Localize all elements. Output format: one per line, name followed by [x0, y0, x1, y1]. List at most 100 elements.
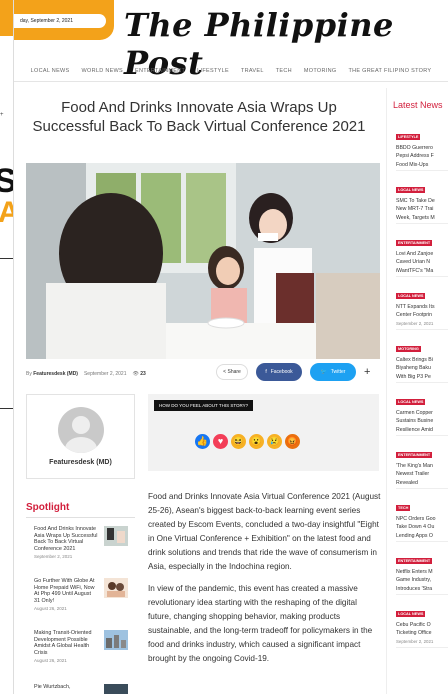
latest-news-title-line[interactable]: Introduces 'Stra: [396, 586, 448, 592]
spotlight-item-date: September 2, 2021: [34, 554, 73, 560]
latest-news-title-line[interactable]: Cebu Pacific O: [396, 622, 448, 628]
share-icon: <: [223, 369, 227, 375]
spotlight-item-title[interactable]: Go Further With Globe At Home Prepaid Wi…: [34, 578, 98, 604]
latest-news-title-line[interactable]: iWantTFC's "Ma: [396, 268, 448, 274]
facebook-share-button[interactable]: f Facebook: [256, 363, 302, 381]
nav-local-news[interactable]: LOCAL NEWS: [25, 62, 76, 81]
latest-news-title-line[interactable]: Biyaheng Baku: [396, 365, 448, 371]
nav-lifestyle[interactable]: LIFESTYLE: [191, 62, 235, 81]
latest-news-item[interactable]: ENTERTAINMENT Netflix Enters M Game Indust…: [396, 542, 448, 595]
latest-news-title-line[interactable]: New MRT-7 Trai: [396, 206, 448, 212]
love-reaction-icon[interactable]: ♥: [213, 434, 228, 449]
category-badge[interactable]: ENTERTAINMENT: [396, 240, 433, 246]
spotlight-item[interactable]: Food And Drinks Innovate Asia Wraps Up S…: [34, 526, 132, 570]
nav-tech[interactable]: TECH: [270, 62, 298, 81]
latest-news-title-line[interactable]: Lending Apps O: [396, 533, 448, 539]
category-badge[interactable]: LOCAL NEWS: [396, 293, 426, 299]
author-name[interactable]: Featuresdesk (MD): [27, 459, 134, 466]
spotlight-item-title[interactable]: Pie Wurtzbach,: [34, 684, 98, 691]
nav-travel[interactable]: TRAVEL: [235, 62, 270, 81]
latest-news-item[interactable]: TECH NPC Orders Goo Take Down 4 Ou Lending …: [396, 489, 448, 542]
latest-news-item[interactable]: LOCAL NEWS NTT Expands Its Center Footprin…: [396, 277, 448, 330]
reaction-buttons: 👍 ♥ 😆 😮 😢 😡: [195, 434, 300, 449]
latest-news-item[interactable]: LOCAL NEWS Cebu Pacific O Ticketing Office…: [396, 595, 448, 648]
wow-reaction-icon[interactable]: 😮: [249, 434, 264, 449]
spotlight-item[interactable]: Go Further With Globe At Home Prepaid Wi…: [34, 578, 132, 622]
latest-news-title-line[interactable]: Resilience Amid: [396, 427, 448, 433]
spotlight-item[interactable]: Making Transit-Oriented Development Poss…: [34, 630, 132, 674]
column-divider: [386, 88, 387, 694]
category-badge[interactable]: LOCAL NEWS: [396, 611, 426, 617]
share-button[interactable]: < Share: [216, 364, 248, 380]
spotlight-thumbnail[interactable]: [104, 684, 128, 694]
byline-author[interactable]: Featuresdesk (MD): [33, 371, 78, 377]
nav-world-news[interactable]: WORLD NEWS: [76, 62, 130, 81]
author-avatar[interactable]: [58, 407, 104, 453]
category-badge[interactable]: TECH: [396, 505, 411, 511]
latest-news-item[interactable]: LIFESTYLE BBDO Guerrero Pepsi Address F Foo…: [396, 118, 448, 171]
category-badge[interactable]: LIFESTYLE: [396, 134, 421, 140]
latest-news-item[interactable]: ENTERTAINMENT 'The King's Man Newest Trail…: [396, 436, 448, 489]
spotlight-thumbnail[interactable]: [104, 630, 128, 650]
spotlight-thumbnail[interactable]: [104, 526, 128, 546]
angry-reaction-icon[interactable]: 😡: [285, 434, 300, 449]
spotlight-item-title[interactable]: Making Transit-Oriented Development Poss…: [34, 630, 98, 656]
like-reaction-icon[interactable]: 👍: [195, 434, 210, 449]
latest-news-title-line[interactable]: Newest Trailer: [396, 471, 448, 477]
latest-news-title-line[interactable]: Revealed: [396, 480, 448, 486]
haha-reaction-icon[interactable]: 😆: [231, 434, 246, 449]
latest-news-title-line[interactable]: NTT Expands Its: [396, 304, 448, 310]
spotlight-item[interactable]: Pie Wurtzbach,: [34, 684, 132, 694]
latest-news-title-line[interactable]: Game Industry,: [396, 577, 448, 583]
article-body: Food and Drinks Innovate Asia Virtual Co…: [148, 490, 382, 674]
latest-news-item[interactable]: MOTORING Caltex Brings Bi Biyaheng Baku Wit…: [396, 330, 448, 383]
latest-news-title-line[interactable]: Center Footprin: [396, 312, 448, 318]
spotlight-divider: [26, 517, 135, 518]
spotlight-item-title[interactable]: Food And Drinks Innovate Asia Wraps Up S…: [34, 526, 98, 552]
latest-news-title-line[interactable]: Carmen Copper: [396, 410, 448, 416]
latest-news-date: September 2, 2021: [396, 320, 434, 326]
category-badge[interactable]: LOCAL NEWS: [396, 187, 426, 193]
latest-news-title-line[interactable]: BBDO Guerrero: [396, 145, 448, 151]
latest-news-title-line[interactable]: With Big P3 Pe: [396, 374, 448, 380]
spotlight-thumbnail[interactable]: [104, 578, 128, 598]
more-share-button[interactable]: +: [364, 366, 370, 378]
views-count: 👁 23: [132, 371, 146, 377]
current-date: day, September 2, 2021: [14, 14, 106, 28]
latest-news-title-line[interactable]: Caltex Brings Bi: [396, 357, 448, 363]
category-badge[interactable]: LOCAL NEWS: [396, 399, 426, 405]
latest-news-title-line[interactable]: Caved Urian N: [396, 259, 448, 265]
author-box: Featuresdesk (MD): [26, 394, 135, 479]
reaction-question: HOW DO YOU FEEL ABOUT THIS STORY?: [154, 400, 254, 411]
twitter-share-button[interactable]: 🐦 Twitter: [310, 363, 356, 381]
latest-news-title-line[interactable]: Ticketing Office: [396, 630, 448, 636]
side-divider: [0, 258, 13, 259]
latest-news-title-line[interactable]: NPC Orders Goo: [396, 516, 448, 522]
latest-news-title-line[interactable]: Netflix Enters M: [396, 569, 448, 575]
latest-news-item[interactable]: LOCAL NEWS Carmen Copper Sustains Busine Re…: [396, 383, 448, 436]
nav-great-filipino-story[interactable]: THE GREAT FILIPINO STORY: [342, 62, 437, 81]
latest-news-item[interactable]: ENTERTAINMENT Lovi And Zanjoe Caved Urian …: [396, 224, 448, 277]
latest-news-title-line[interactable]: Pepsi Address F: [396, 153, 448, 159]
category-badge[interactable]: ENTERTAINMENT: [396, 558, 433, 564]
byline-prefix: By: [26, 371, 32, 377]
category-badge[interactable]: ENTERTAINMENT: [396, 452, 433, 458]
article-paragraph: Food and Drinks Innovate Asia Virtual Co…: [148, 492, 381, 571]
side-ad-strip: + S A: [0, 0, 14, 694]
latest-news-title-line[interactable]: Food Mix-Ups: [396, 162, 448, 168]
latest-news-title-line[interactable]: 'The King's Man: [396, 463, 448, 469]
nav-motoring[interactable]: MOTORING: [298, 62, 343, 81]
side-orange-band: [0, 0, 13, 36]
category-badge[interactable]: MOTORING: [396, 346, 421, 352]
side-ad-letter-a: A: [0, 196, 13, 230]
latest-news-title-line[interactable]: Sustains Busine: [396, 418, 448, 424]
latest-news-title-line[interactable]: Week, Targets M: [396, 215, 448, 221]
article-paragraph: In view of the pandemic, this event has …: [148, 584, 373, 663]
article-hero-image: [26, 163, 380, 359]
latest-news-title-line[interactable]: Lovi And Zanjoe: [396, 251, 448, 257]
nav-entertainment[interactable]: ENTERTAINMENT: [129, 62, 191, 81]
sad-reaction-icon[interactable]: 😢: [267, 434, 282, 449]
latest-news-item[interactable]: LOCAL NEWS SMC To Take De New MRT-7 Trai We…: [396, 171, 448, 224]
latest-news-title-line[interactable]: Take Down 4 Ou: [396, 524, 448, 530]
latest-news-title-line[interactable]: SMC To Take De: [396, 198, 448, 204]
